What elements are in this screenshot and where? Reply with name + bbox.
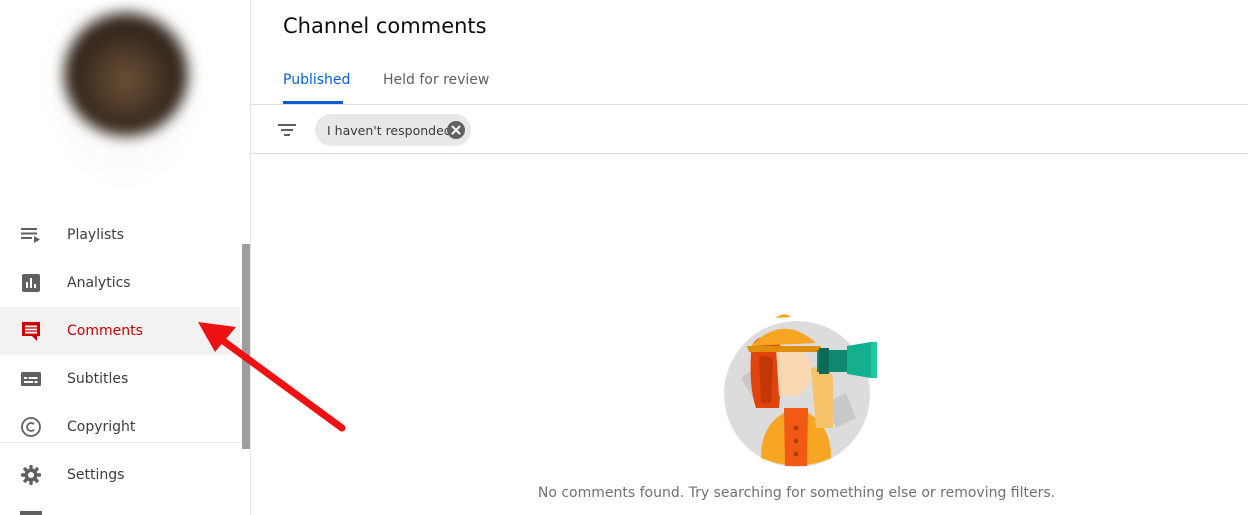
- next-item-icon: [20, 511, 42, 515]
- tabs-divider: [251, 104, 1248, 105]
- close-icon[interactable]: [447, 121, 465, 139]
- sidebar-item-comments[interactable]: Comments: [0, 307, 240, 355]
- sidebar-item-label: Analytics: [67, 275, 131, 291]
- filter-button[interactable]: [275, 118, 299, 142]
- playlist-icon: [20, 224, 42, 246]
- subtitles-icon: [20, 368, 42, 390]
- sidebar-item-label: Copyright: [67, 419, 136, 435]
- sidebar-item-label: Playlists: [67, 227, 125, 243]
- analytics-icon: [20, 272, 42, 294]
- filter-icon: [278, 124, 296, 136]
- main-content: Channel comments Published Held for revi…: [251, 0, 1248, 515]
- filter-divider: [251, 153, 1248, 154]
- tab-held-for-review[interactable]: Held for review: [383, 72, 489, 88]
- avatar[interactable]: [64, 12, 188, 136]
- sidebar-item-analytics[interactable]: Analytics: [0, 259, 240, 307]
- sidebar-scrollbar[interactable]: [242, 244, 250, 449]
- sidebar: Playlists Analytics Comments Subtitles C…: [0, 0, 251, 515]
- sidebar-item-playlists[interactable]: Playlists: [0, 211, 240, 259]
- sidebar-item-copyright[interactable]: Copyright: [0, 403, 240, 451]
- filter-chip[interactable]: I haven't responded: [315, 114, 471, 146]
- sidebar-item-subtitles[interactable]: Subtitles: [0, 355, 240, 403]
- page-title: Channel comments: [283, 14, 487, 38]
- filter-chip-label: I haven't responded: [327, 122, 452, 138]
- empty-state-message: No comments found. Try searching for som…: [537, 485, 1056, 501]
- sidebar-item-label: Comments: [67, 323, 143, 339]
- sidebar-item-settings[interactable]: Settings: [0, 451, 240, 499]
- sidebar-item-label: Settings: [67, 467, 125, 483]
- settings-icon: [20, 464, 42, 486]
- sidebar-divider: [0, 442, 250, 443]
- tab-published[interactable]: Published: [283, 72, 350, 88]
- sidebar-item-label: Subtitles: [67, 371, 129, 387]
- copyright-icon: [20, 416, 42, 438]
- empty-state-illustration: [724, 314, 877, 467]
- comments-icon: [20, 320, 42, 342]
